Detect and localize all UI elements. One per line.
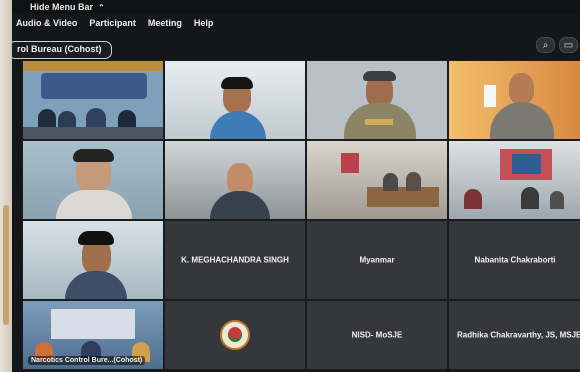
view-toolbar: ⌕ ▭ [536, 37, 578, 53]
participant-tile-5[interactable] [22, 140, 164, 220]
participant-name: Radhika Chakravarthy, JS, MSJE [457, 330, 580, 340]
chevron-up-icon: ⌃ [98, 2, 105, 12]
participant-tile-12[interactable]: Nabanita Chakraborti [448, 220, 580, 300]
top-bar: Hide Menu Bar ⌃ [12, 0, 580, 14]
participant-tile-14[interactable] [164, 300, 306, 370]
view-icon[interactable]: ⌕ [536, 37, 555, 53]
participant-tile-1[interactable] [22, 60, 164, 140]
participant-name: NISD- MoSJE [351, 330, 403, 340]
video-conference-screen: Hide Menu Bar ⌃ Audio & Video Participan… [12, 0, 580, 372]
participant-tile-9[interactable] [22, 220, 164, 300]
participant-tile-13[interactable]: Narcotics Control Bure...(Cohost) [22, 300, 164, 370]
menu-bar: Audio & Video Participant Meeting Help [12, 14, 580, 32]
logo-emblem-icon [228, 327, 242, 342]
bezel-stripe [3, 205, 9, 325]
hide-menu-bar-button[interactable]: Hide Menu Bar ⌃ [30, 2, 105, 12]
photo-frame: Hide Menu Bar ⌃ Audio & Video Participan… [0, 0, 580, 372]
cohost-badge: rol Bureau (Cohost) [12, 41, 112, 59]
participant-tile-11[interactable]: Myanmar [306, 220, 448, 300]
participant-tile-15[interactable]: NISD- MoSJE [306, 300, 448, 370]
participant-tile-6[interactable] [164, 140, 306, 220]
participant-tile-10[interactable]: K. MEGHACHANDRA SINGH [164, 220, 306, 300]
menu-meeting[interactable]: Meeting [148, 18, 182, 28]
participant-tile-16[interactable]: Radhika Chakravarthy, JS, MSJE [448, 300, 580, 370]
screen-share-icon[interactable]: ▭ [559, 37, 578, 53]
participant-tile-2[interactable] [164, 60, 306, 140]
participant-grid: K. MEGHACHANDRA SINGH Myanmar Nabanita C… [22, 60, 580, 370]
participant-tile-3[interactable] [306, 60, 448, 140]
participant-name: K. MEGHACHANDRA SINGH [181, 255, 289, 265]
organization-logo [220, 320, 250, 350]
menu-help[interactable]: Help [194, 18, 214, 28]
participant-name: Nabanita Chakraborti [474, 255, 556, 265]
screen-bezel-edge [0, 0, 12, 372]
participant-name: Myanmar [359, 255, 395, 265]
hide-menu-label: Hide Menu Bar [30, 2, 94, 12]
menu-participant[interactable]: Participant [89, 18, 136, 28]
participant-tile-4[interactable] [448, 60, 580, 140]
menu-audio-video[interactable]: Audio & Video [16, 18, 77, 28]
participant-tile-8[interactable] [448, 140, 580, 220]
participant-tile-7[interactable] [306, 140, 448, 220]
participant-label: Narcotics Control Bure...(Cohost) [28, 356, 146, 365]
